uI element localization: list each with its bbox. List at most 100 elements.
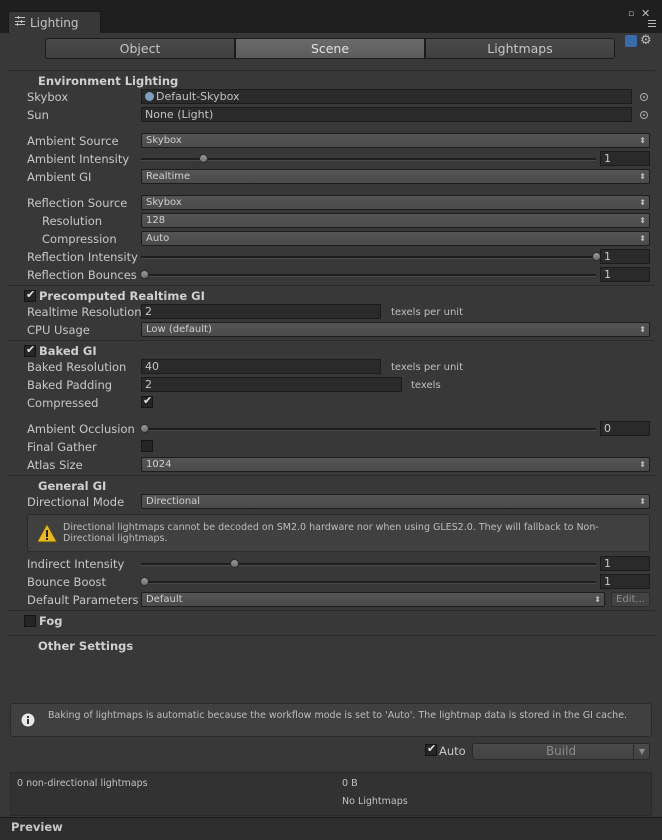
indirect-intensity-label: Indirect Intensity — [27, 557, 125, 571]
baked-padding-field[interactable]: 2 — [141, 377, 402, 392]
cpu-usage-label: CPU Usage — [27, 323, 90, 337]
resolution-dropdown[interactable]: 128 ⬍ — [141, 213, 650, 228]
tab-scene[interactable]: Scene — [235, 38, 425, 59]
realtime-resolution-label: Realtime Resolution — [27, 305, 142, 319]
window-menu-icon[interactable] — [648, 20, 656, 27]
ambient-source-value: Skybox — [146, 135, 182, 146]
reflection-source-dropdown[interactable]: Skybox ⬍ — [141, 195, 650, 210]
divider — [7, 635, 655, 636]
ambient-occlusion-slider[interactable] — [141, 428, 596, 431]
preview-bar[interactable]: Preview — [0, 817, 662, 840]
help-book-icon[interactable] — [625, 35, 637, 47]
reflection-bounces-field[interactable]: 1 — [600, 267, 650, 282]
bounce-boost-thumb[interactable] — [140, 577, 149, 586]
compressed-checkbox[interactable] — [141, 394, 153, 408]
gear-icon[interactable]: ⚙ — [640, 33, 652, 48]
baked-resolution-unit: texels per unit — [391, 362, 463, 373]
resolution-label: Resolution — [42, 214, 103, 228]
chevron-down-icon[interactable]: ▼ — [639, 744, 645, 759]
resolution-value: 128 — [146, 215, 166, 226]
fog-toggle[interactable] — [24, 615, 36, 627]
ambient-intensity-field[interactable]: 1 — [600, 151, 650, 166]
general-gi-header: General GI — [38, 479, 107, 493]
reflection-source-value: Skybox — [146, 197, 182, 208]
bounce-boost-slider[interactable] — [141, 581, 596, 584]
realtime-gi-title: Precomputed Realtime GI — [39, 289, 205, 303]
window-tab[interactable]: Lighting — [8, 11, 101, 33]
baked-padding-label: Baked Padding — [27, 378, 113, 392]
baked-resolution-label: Baked Resolution — [27, 360, 127, 374]
indirect-intensity-slider[interactable] — [141, 563, 596, 566]
dropdown-arrow-icon: ⬍ — [639, 216, 646, 225]
bounce-boost-field[interactable]: 1 — [600, 574, 650, 589]
compression-label: Compression — [42, 232, 117, 246]
ambient-occlusion-label: Ambient Occlusion — [27, 422, 135, 436]
maximize-icon[interactable]: ▫ — [628, 10, 634, 19]
directional-mode-label: Directional Mode — [27, 495, 125, 509]
atlas-size-label: Atlas Size — [27, 458, 83, 472]
tab-lightmaps[interactable]: Lightmaps — [425, 38, 615, 59]
dropdown-arrow-icon: ⬍ — [639, 234, 646, 243]
ambient-gi-value: Realtime — [146, 171, 191, 182]
reflection-source-label: Reflection Source — [27, 196, 128, 210]
lighting-list-icon — [15, 16, 25, 26]
sun-picker-icon[interactable] — [640, 111, 648, 119]
lighting-window: Lighting ▫ ✕ Object Scene Lightmaps ⚙ En… — [0, 0, 662, 840]
skybox-value: Default-Skybox — [156, 90, 240, 103]
baked-gi-header: Baked GI — [24, 343, 97, 358]
indirect-intensity-thumb[interactable] — [230, 559, 239, 568]
reflection-intensity-field[interactable]: 1 — [600, 249, 650, 264]
reflection-bounces-thumb[interactable] — [140, 270, 149, 279]
build-label: Build — [545, 744, 577, 758]
default-parameters-label: Default Parameters — [27, 593, 139, 607]
cpu-usage-dropdown[interactable]: Low (default) ⬍ — [141, 322, 650, 337]
divider — [7, 340, 655, 341]
atlas-size-dropdown[interactable]: 1024 ⬍ — [141, 457, 650, 472]
baked-resolution-field[interactable]: 40 — [141, 359, 381, 374]
lightmap-status: No Lightmaps — [342, 796, 408, 807]
reflection-intensity-slider[interactable] — [141, 256, 596, 259]
fog-header: Fog — [24, 614, 63, 628]
ambient-intensity-thumb[interactable] — [199, 154, 208, 163]
realtime-resolution-field[interactable]: 2 — [141, 304, 381, 319]
skybox-label: Skybox — [27, 90, 69, 104]
ambient-intensity-slider[interactable] — [141, 158, 596, 161]
tab-object[interactable]: Object — [45, 38, 235, 59]
skybox-picker-icon[interactable] — [640, 93, 648, 101]
dropdown-arrow-icon: ⬍ — [639, 136, 646, 145]
ambient-occlusion-field[interactable]: 0 — [600, 421, 650, 436]
baking-info-text: Baking of lightmaps is automatic because… — [48, 710, 628, 721]
directional-mode-dropdown[interactable]: Directional ⬍ — [141, 494, 650, 509]
default-parameters-dropdown[interactable]: Default ⬍ — [141, 592, 605, 607]
ambient-intensity-label: Ambient Intensity — [27, 152, 130, 166]
baked-gi-toggle[interactable] — [24, 343, 36, 357]
warning-icon — [36, 523, 58, 543]
compression-dropdown[interactable]: Auto ⬍ — [141, 231, 650, 246]
skybox-field[interactable]: Default-Skybox — [141, 89, 632, 104]
final-gather-checkbox[interactable] — [141, 440, 153, 452]
title-bar: Lighting ▫ ✕ — [0, 0, 662, 33]
info-icon — [21, 713, 35, 727]
indirect-intensity-field[interactable]: 1 — [600, 556, 650, 571]
realtime-gi-header: Precomputed Realtime GI — [24, 288, 205, 303]
ambient-source-label: Ambient Source — [27, 134, 119, 148]
build-button[interactable]: Build ▼ — [472, 743, 650, 760]
baking-info-box: Baking of lightmaps is automatic because… — [10, 703, 652, 737]
sun-label: Sun — [27, 108, 49, 122]
sun-field[interactable]: None (Light) — [141, 107, 632, 122]
ambient-source-dropdown[interactable]: Skybox ⬍ — [141, 133, 650, 148]
dropdown-arrow-icon: ⬍ — [639, 497, 646, 506]
reflection-bounces-slider[interactable] — [141, 274, 596, 277]
ambient-occlusion-thumb[interactable] — [140, 424, 149, 433]
close-icon[interactable]: ✕ — [641, 8, 650, 19]
dropdown-arrow-icon: ⬍ — [594, 595, 601, 604]
warning-text: Directional lightmaps cannot be decoded … — [63, 522, 599, 544]
ambient-gi-dropdown[interactable]: Realtime ⬍ — [141, 169, 650, 184]
realtime-gi-toggle[interactable] — [24, 288, 36, 302]
atlas-size-value: 1024 — [146, 459, 172, 470]
directional-warning-box: Directional lightmaps cannot be decoded … — [27, 514, 650, 552]
auto-bake-checkbox[interactable] — [425, 742, 437, 756]
edit-parameters-button[interactable]: Edit... — [611, 592, 650, 607]
dropdown-arrow-icon: ⬍ — [639, 460, 646, 469]
divider — [7, 475, 655, 476]
